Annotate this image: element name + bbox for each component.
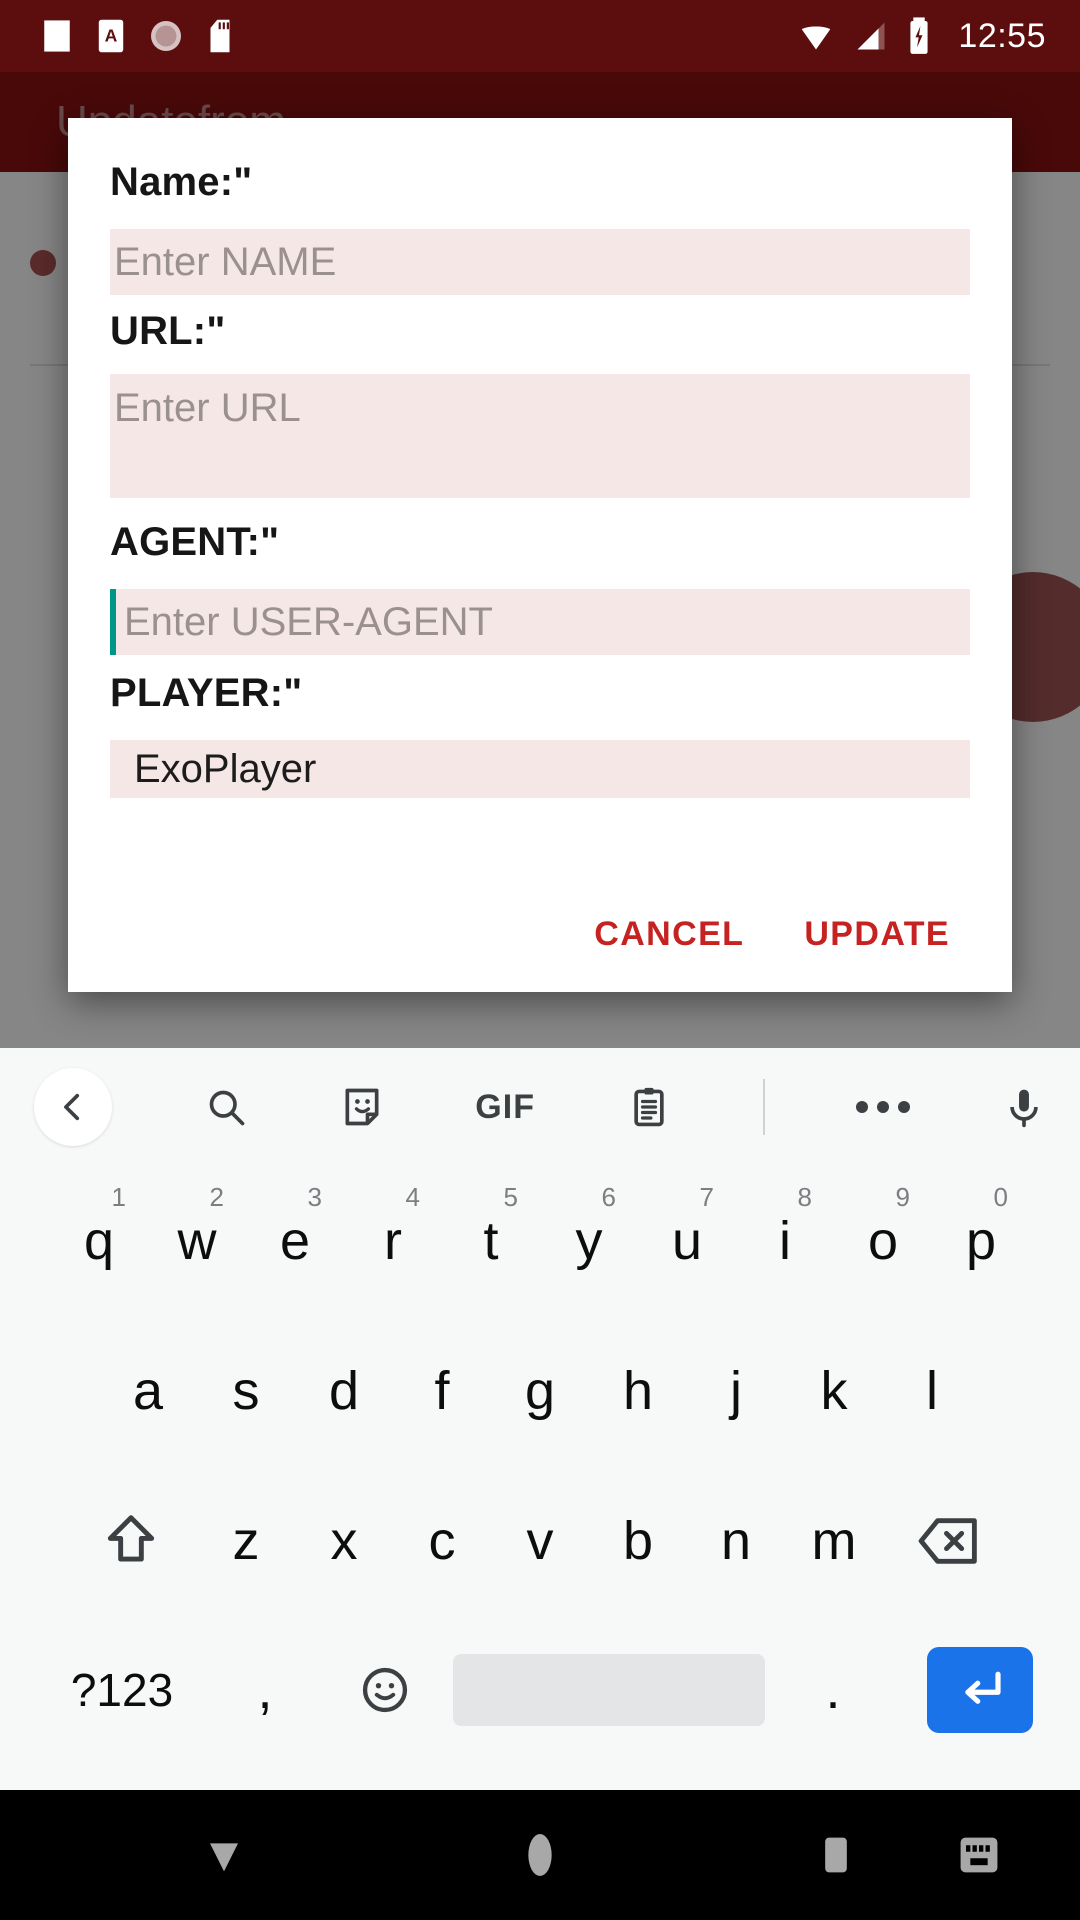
- key-u[interactable]: 7u: [638, 1176, 736, 1306]
- key-hint-6: 6: [601, 1182, 616, 1212]
- gif-icon[interactable]: GIF: [475, 1088, 535, 1127]
- symbols-key[interactable]: ?123: [47, 1663, 197, 1717]
- battery-charging-icon: [910, 17, 928, 54]
- status-bar-clock: 12:55: [958, 16, 1046, 55]
- comma-key[interactable]: ,: [213, 1659, 317, 1721]
- key-g[interactable]: g: [491, 1326, 589, 1456]
- keyboard-row-4: ?123 , .: [0, 1616, 1080, 1764]
- wifi-icon: [802, 26, 831, 50]
- key-b[interactable]: b: [589, 1476, 687, 1606]
- sd-card-icon: [210, 19, 230, 53]
- key-hint-1: 1: [111, 1182, 126, 1212]
- text-caret: [110, 589, 116, 655]
- user-agent-input-placeholder: Enter USER-AGENT: [124, 599, 493, 644]
- status-bar: A 12:55: [0, 0, 1080, 72]
- shift-up-icon[interactable]: [65, 1476, 197, 1606]
- key-d[interactable]: d: [295, 1326, 393, 1456]
- key-hint-4: 4: [405, 1182, 420, 1212]
- key-z[interactable]: z: [197, 1476, 295, 1606]
- emoji-icon[interactable]: [333, 1664, 437, 1716]
- backspace-icon[interactable]: [883, 1476, 1015, 1606]
- back-chevron-icon[interactable]: [34, 1068, 112, 1146]
- key-l[interactable]: l: [883, 1326, 981, 1456]
- keyboard-toolbar: GIF: [0, 1048, 1080, 1166]
- key-hint-2: 2: [209, 1182, 224, 1212]
- sticker-icon[interactable]: [340, 1085, 384, 1129]
- key-p[interactable]: 0p: [932, 1176, 1030, 1306]
- recents-icon[interactable]: [812, 1829, 860, 1881]
- name-input-placeholder: Enter NAME: [114, 239, 337, 284]
- more-options-icon[interactable]: [856, 1101, 911, 1113]
- circle-dotted-icon: [151, 21, 181, 51]
- period-key[interactable]: .: [781, 1659, 885, 1721]
- player-spinner-value: ExoPlayer: [134, 746, 317, 791]
- edit-stream-dialog: Name:" Enter NAME URL:" Enter URL AGENT:…: [68, 118, 1012, 992]
- key-c[interactable]: c: [393, 1476, 491, 1606]
- key-hint-7: 7: [699, 1182, 714, 1212]
- key-e[interactable]: 3e: [246, 1176, 344, 1306]
- key-m[interactable]: m: [785, 1476, 883, 1606]
- update-button[interactable]: UPDATE: [796, 903, 958, 966]
- key-k[interactable]: k: [785, 1326, 883, 1456]
- clipboard-icon[interactable]: [627, 1085, 671, 1129]
- agent-field-label: AGENT:": [110, 520, 280, 564]
- url-input[interactable]: Enter URL: [110, 374, 970, 498]
- name-input[interactable]: Enter NAME: [110, 229, 970, 295]
- keyboard-row-1: 1q2w3e4r5t6y7u8i9o0p: [0, 1166, 1080, 1316]
- key-o[interactable]: 9o: [834, 1176, 932, 1306]
- cancel-button[interactable]: CANCEL: [586, 903, 752, 966]
- home-icon[interactable]: [512, 1827, 568, 1883]
- player-field-label: PLAYER:": [110, 671, 303, 715]
- key-hint-3: 3: [307, 1182, 322, 1212]
- svg-text:A: A: [105, 25, 118, 45]
- url-field-label: URL:": [110, 309, 226, 353]
- url-input-placeholder: Enter URL: [114, 386, 301, 430]
- name-field-label: Name:": [110, 160, 253, 204]
- keyboard-switch-icon[interactable]: [952, 1829, 1006, 1881]
- toolbar-divider: [762, 1079, 765, 1135]
- status-bar-left-icons: A: [0, 16, 234, 56]
- blank-notification-icon: [44, 20, 70, 52]
- key-f[interactable]: f: [393, 1326, 491, 1456]
- enter-icon[interactable]: [927, 1647, 1033, 1733]
- a-badge-icon: A: [98, 19, 124, 53]
- key-i[interactable]: 8i: [736, 1176, 834, 1306]
- key-y[interactable]: 6y: [540, 1176, 638, 1306]
- microphone-icon[interactable]: [1002, 1085, 1046, 1129]
- status-bar-right-icons: 12:55: [796, 16, 1080, 56]
- key-t[interactable]: 5t: [442, 1176, 540, 1306]
- key-hint-0: 0: [993, 1182, 1008, 1212]
- user-agent-input[interactable]: Enter USER-AGENT: [110, 589, 970, 655]
- key-hint-5: 5: [503, 1182, 518, 1212]
- key-v[interactable]: v: [491, 1476, 589, 1606]
- key-w[interactable]: 2w: [148, 1176, 246, 1306]
- dialog-actions: CANCEL UPDATE: [110, 903, 970, 966]
- key-s[interactable]: s: [197, 1326, 295, 1456]
- key-q[interactable]: 1q: [50, 1176, 148, 1306]
- key-j[interactable]: j: [687, 1326, 785, 1456]
- search-icon[interactable]: [204, 1085, 248, 1129]
- space-key[interactable]: [453, 1654, 765, 1726]
- keyboard-row-2: asdfghjkl: [0, 1316, 1080, 1466]
- android-screen: Updatefrom X Find your dream job at hosc…: [0, 0, 1080, 1920]
- key-r[interactable]: 4r: [344, 1176, 442, 1306]
- key-h[interactable]: h: [589, 1326, 687, 1456]
- player-spinner[interactable]: ExoPlayer: [110, 740, 970, 798]
- on-screen-keyboard: GIF 1 q 2 w 3 e 4 r 5 t 6 y 7 u 8 i 9 o …: [0, 1048, 1080, 1790]
- key-hint-8: 8: [797, 1182, 812, 1212]
- navigation-bar: [0, 1790, 1080, 1920]
- cell-signal-icon: [857, 22, 885, 50]
- key-hint-9: 9: [895, 1182, 910, 1212]
- keyboard-row-3: zxcvbnm: [0, 1466, 1080, 1616]
- hide-keyboard-icon[interactable]: [196, 1827, 252, 1883]
- key-x[interactable]: x: [295, 1476, 393, 1606]
- key-a[interactable]: a: [99, 1326, 197, 1456]
- key-n[interactable]: n: [687, 1476, 785, 1606]
